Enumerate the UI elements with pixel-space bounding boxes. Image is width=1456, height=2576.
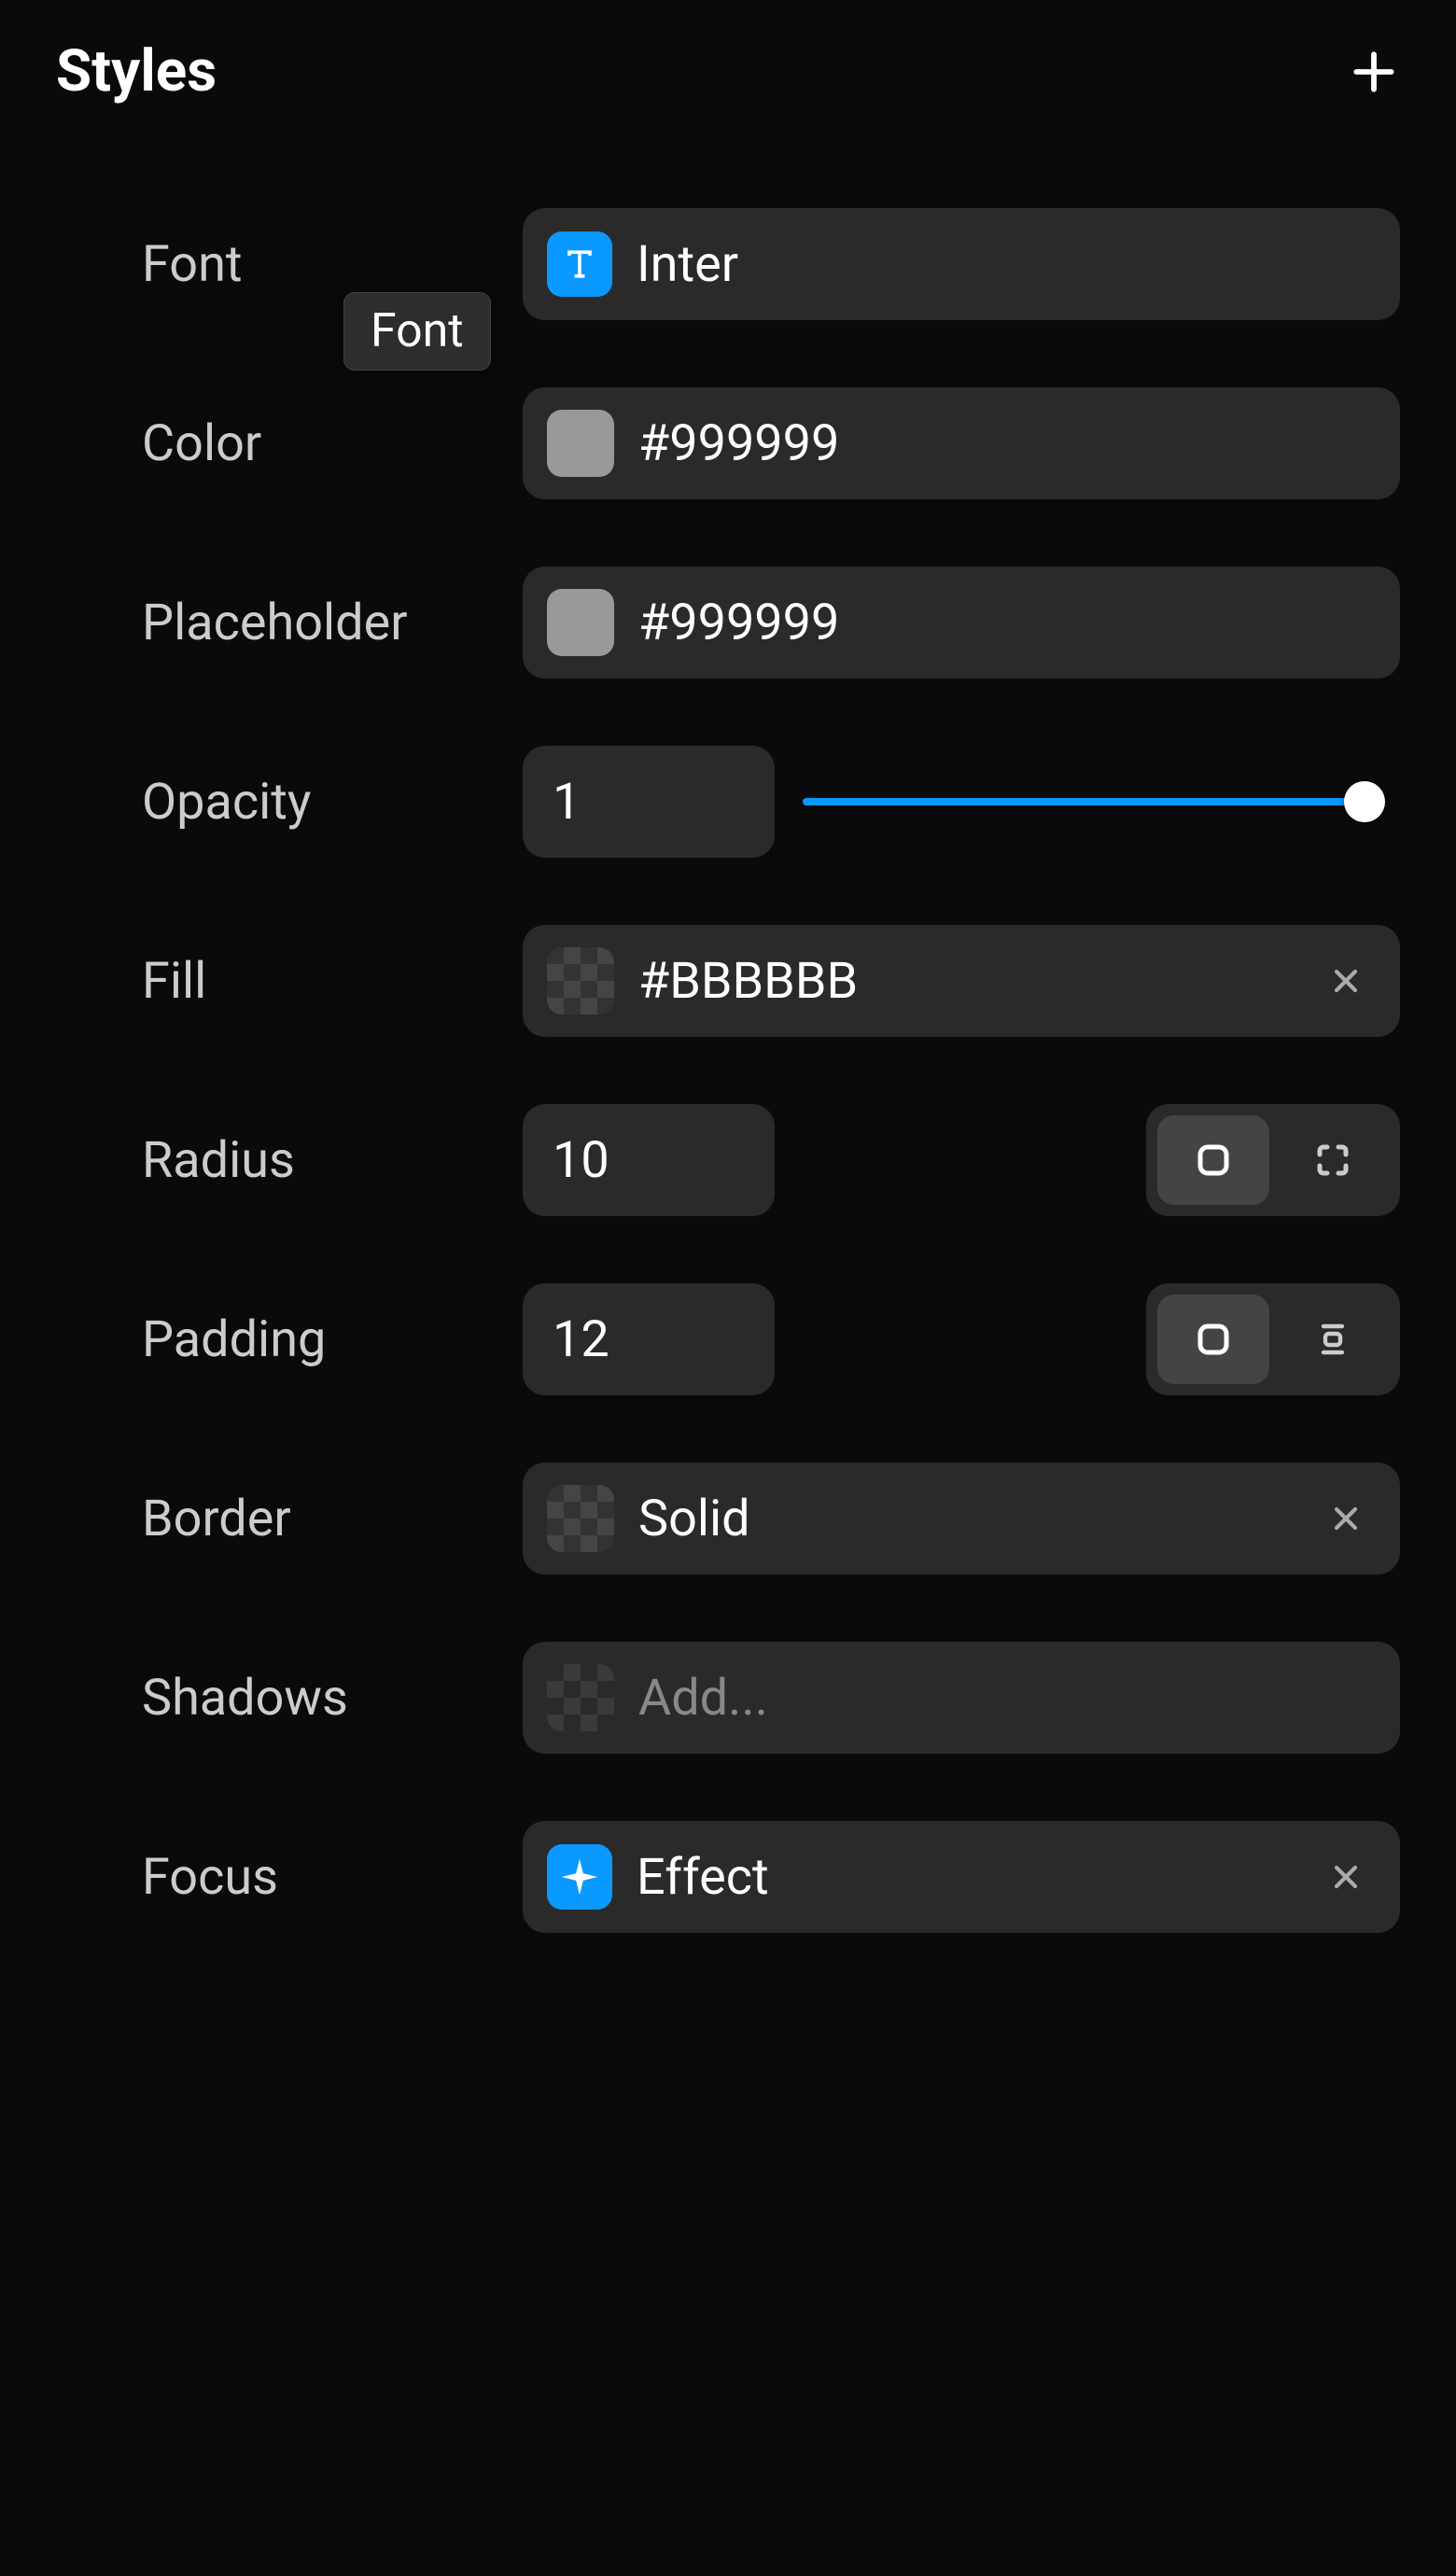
font-label: Font xyxy=(56,235,523,294)
shadows-placeholder: Add... xyxy=(638,1669,1376,1728)
styles-panel: Styles Font Font Inter Color xyxy=(0,0,1456,2576)
opacity-label: Opacity xyxy=(56,773,523,832)
padding-uniform-button[interactable] xyxy=(1157,1295,1269,1384)
border-row: Border Solid xyxy=(56,1463,1400,1575)
font-row: Font Font Inter xyxy=(56,208,1400,320)
padding-row: Padding 12 xyxy=(56,1283,1400,1395)
fill-value: #BBBBBB xyxy=(638,952,1295,1011)
radius-uniform-button[interactable] xyxy=(1157,1115,1269,1205)
padding-label: Padding xyxy=(56,1310,523,1369)
radius-row: Radius 10 xyxy=(56,1104,1400,1216)
panel-header: Styles xyxy=(56,37,1400,105)
color-picker[interactable]: #999999 xyxy=(523,387,1400,499)
border-swatch xyxy=(547,1485,614,1552)
focus-row: Focus Effect xyxy=(56,1821,1400,1933)
font-value: Inter xyxy=(637,235,1376,294)
opacity-row: Opacity 1 xyxy=(56,746,1400,858)
close-icon xyxy=(1327,1500,1365,1537)
slider-thumb[interactable] xyxy=(1344,781,1385,822)
color-label: Color xyxy=(56,414,523,473)
border-picker[interactable]: Solid xyxy=(523,1463,1400,1575)
add-style-button[interactable] xyxy=(1348,46,1400,98)
padding-mode-toggle xyxy=(1146,1283,1400,1395)
shadows-add-button[interactable]: Add... xyxy=(523,1642,1400,1754)
individual-padding-icon xyxy=(1310,1317,1355,1362)
border-label: Border xyxy=(56,1490,523,1548)
focus-clear-button[interactable] xyxy=(1320,1851,1372,1903)
placeholder-swatch xyxy=(547,589,614,656)
padding-individual-button[interactable] xyxy=(1277,1295,1389,1384)
slider-track xyxy=(803,798,1381,805)
shadows-row: Shadows Add... xyxy=(56,1642,1400,1754)
radius-label: Radius xyxy=(56,1131,523,1190)
placeholder-color-picker[interactable]: #999999 xyxy=(523,567,1400,679)
border-clear-button[interactable] xyxy=(1320,1492,1372,1545)
font-tooltip: Font xyxy=(343,292,491,371)
focus-picker[interactable]: Effect xyxy=(523,1821,1400,1933)
focus-value: Effect xyxy=(637,1848,1295,1907)
close-icon xyxy=(1327,962,1365,1000)
fill-swatch xyxy=(547,947,614,1015)
individual-corners-icon xyxy=(1310,1138,1355,1183)
focus-label: Focus xyxy=(56,1848,523,1907)
sparkle-icon xyxy=(547,1844,612,1910)
opacity-input[interactable]: 1 xyxy=(523,746,775,858)
font-picker[interactable]: Inter xyxy=(523,208,1400,320)
fill-picker[interactable]: #BBBBBB xyxy=(523,925,1400,1037)
border-value: Solid xyxy=(638,1490,1295,1548)
fill-label: Fill xyxy=(56,952,523,1011)
shadows-swatch xyxy=(547,1664,614,1731)
radius-mode-toggle xyxy=(1146,1104,1400,1216)
plus-icon xyxy=(1348,46,1400,98)
fill-clear-button[interactable] xyxy=(1320,955,1372,1007)
fill-row: Fill #BBBBBB xyxy=(56,925,1400,1037)
padding-input[interactable]: 12 xyxy=(523,1283,775,1395)
close-icon xyxy=(1327,1858,1365,1896)
radius-individual-button[interactable] xyxy=(1277,1115,1389,1205)
placeholder-value: #999999 xyxy=(638,594,1376,652)
opacity-slider[interactable] xyxy=(793,746,1400,858)
shadows-label: Shadows xyxy=(56,1669,523,1728)
radius-input[interactable]: 10 xyxy=(523,1104,775,1216)
text-icon xyxy=(547,231,612,297)
panel-title: Styles xyxy=(56,37,217,105)
color-row: Color #999999 xyxy=(56,387,1400,499)
uniform-corners-icon xyxy=(1191,1138,1236,1183)
color-swatch xyxy=(547,410,614,477)
placeholder-row: Placeholder #999999 xyxy=(56,567,1400,679)
color-value: #999999 xyxy=(638,414,1376,473)
placeholder-label: Placeholder xyxy=(56,594,523,652)
uniform-padding-icon xyxy=(1191,1317,1236,1362)
